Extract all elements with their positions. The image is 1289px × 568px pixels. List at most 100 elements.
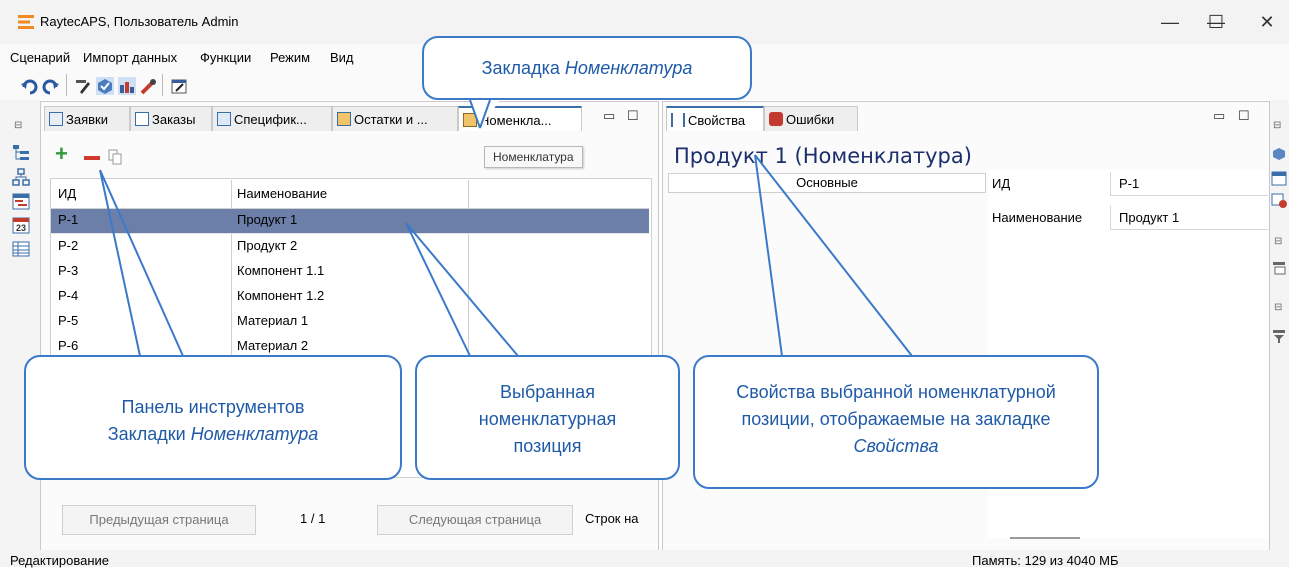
hierarchy-icon[interactable]: [12, 168, 30, 186]
table-view-icon[interactable]: [12, 240, 30, 258]
prev-page-button[interactable]: Предыдущая страница: [62, 505, 256, 535]
prop-label-name: Наименование: [992, 210, 1083, 225]
cell-name: Материал 1: [237, 313, 309, 328]
status-memory: Память: 129 из 4040 МБ: [972, 553, 1119, 568]
panel-minimize-icon[interactable]: ▭: [1213, 108, 1225, 124]
panel-maximize-icon[interactable]: ☐: [1238, 108, 1250, 124]
table-row[interactable]: P-5 Материал 1: [51, 310, 649, 334]
table-row[interactable]: P-2 Продукт 2: [51, 235, 649, 259]
gantt-calendar-icon[interactable]: [12, 192, 30, 210]
error-calendar-icon[interactable]: [1271, 192, 1287, 208]
edit-pencil-icon[interactable]: [74, 77, 92, 95]
callout-text-italic: Свойства: [853, 436, 939, 456]
close-button[interactable]: ✕: [1247, 8, 1287, 36]
menu-import[interactable]: Импорт данных: [83, 50, 177, 65]
tab-errors[interactable]: Ошибки: [764, 106, 858, 131]
dock-pin-icon[interactable]: ⊟: [1274, 236, 1282, 247]
cell-name: Материал 2: [237, 338, 309, 353]
tab-requests[interactable]: Заявки: [44, 106, 130, 131]
callout-tab: Закладка Номенклатура: [422, 36, 752, 100]
spec-table-icon: [217, 112, 231, 126]
resize-handle[interactable]: [1010, 537, 1080, 539]
dock-pin-icon[interactable]: ⊟: [14, 120, 22, 131]
menu-functions[interactable]: Функции: [200, 50, 251, 65]
tab-label: Номенкла...: [480, 113, 552, 128]
cell-id: P-6: [58, 338, 79, 353]
minimize-button[interactable]: —: [1150, 8, 1190, 36]
callout-line: Закладки: [107, 424, 191, 444]
add-icon[interactable]: +: [55, 143, 68, 165]
check-cube-icon[interactable]: [96, 77, 114, 95]
maximize-button[interactable]: ☐: [1196, 8, 1236, 36]
tools-icon[interactable]: [140, 77, 158, 95]
calendar-edit-icon[interactable]: [170, 77, 188, 95]
table-row[interactable]: P-1 Продукт 1: [51, 209, 649, 233]
undo-icon[interactable]: [20, 77, 38, 95]
copy-icon[interactable]: [108, 149, 122, 165]
cell-name: Продукт 2: [237, 238, 298, 253]
list-icon[interactable]: [1271, 260, 1287, 276]
column-header-id[interactable]: ИД: [58, 180, 76, 208]
nomenclature-icon: [463, 113, 477, 127]
cell-id: P-5: [58, 313, 79, 328]
property-group-header[interactable]: Основные: [668, 173, 986, 193]
callout-line: номенклатурная: [478, 409, 617, 429]
prop-value-name[interactable]: Продукт 1: [1110, 206, 1268, 230]
tree-view-icon[interactable]: [12, 144, 30, 162]
panel-maximize-icon[interactable]: ☐: [627, 108, 639, 124]
dock-pin-icon[interactable]: ⊟: [1274, 302, 1282, 313]
toolbar-separator: [66, 74, 67, 96]
rows-per-page-label: Строк на: [585, 511, 639, 526]
callout-properties: Свойства выбранной номенклатурной позици…: [693, 355, 1099, 489]
group-label: Основные: [796, 175, 858, 190]
stocks-icon: [337, 112, 351, 126]
callout-selected-item: Выбранная номенклатурная позиция: [415, 355, 680, 480]
cell-id: P-4: [58, 288, 79, 303]
menu-mode[interactable]: Режим: [270, 50, 310, 65]
tab-properties[interactable]: Свойства: [666, 106, 764, 131]
tab-label: Заявки: [66, 112, 108, 127]
next-page-button[interactable]: Следующая страница: [377, 505, 573, 535]
window-title: RaytecAPS, Пользователь Admin: [40, 14, 239, 29]
redo-icon[interactable]: [42, 77, 60, 95]
table-row[interactable]: P-3 Компонент 1.1: [51, 260, 649, 284]
tab-label: Специфик...: [234, 112, 307, 127]
cube-icon[interactable]: [1271, 146, 1287, 162]
cell-name: Компонент 1.1: [237, 263, 325, 278]
tab-nomenclature[interactable]: Номенкла...: [458, 106, 582, 131]
cell-id: P-3: [58, 263, 79, 278]
callout-text-italic: Номенклатура: [190, 424, 319, 444]
panel-minimize-icon[interactable]: ▭: [603, 108, 615, 124]
chart-tool-icon[interactable]: [118, 77, 136, 95]
cell-name: Компонент 1.2: [237, 288, 325, 303]
cell-name: Продукт 1: [237, 212, 298, 227]
calendar-23-icon[interactable]: 23: [12, 216, 30, 234]
callout-toolbar: Панель инструментов Закладки Номенклатур…: [24, 355, 402, 480]
menu-view[interactable]: Вид: [330, 50, 354, 65]
properties-icon: [671, 113, 685, 127]
callout-line: Выбранная: [500, 382, 595, 402]
toolbar-separator: [162, 74, 163, 96]
column-header-name[interactable]: Наименование: [237, 180, 327, 208]
remove-icon[interactable]: [84, 156, 100, 160]
table-row[interactable]: P-4 Компонент 1.2: [51, 285, 649, 309]
callout-line: Панель инструментов: [121, 397, 305, 417]
tab-tooltip: Номенклатура: [484, 146, 583, 168]
tab-label: Заказы: [152, 112, 196, 127]
calendar-icon[interactable]: [1271, 170, 1287, 186]
prop-label-id: ИД: [992, 176, 1011, 191]
menu-scenario[interactable]: Сценарий: [10, 50, 70, 65]
tab-label: Ошибки: [786, 112, 835, 127]
filter-icon[interactable]: [1271, 328, 1287, 344]
tab-specifications[interactable]: Специфик...: [212, 106, 332, 131]
tab-orders[interactable]: Заказы: [130, 106, 212, 131]
prop-value-id[interactable]: P-1: [1110, 172, 1268, 196]
dock-pin-icon[interactable]: ⊟: [1273, 120, 1281, 131]
callout-line: позиция: [513, 436, 582, 456]
tab-stocks[interactable]: Остатки и ...: [332, 106, 458, 131]
cell-id: P-1: [58, 212, 79, 227]
right-dock-strip: [1270, 100, 1289, 550]
callout-line: позиции, отображаемые на закладке: [741, 409, 1051, 429]
svg-text:23: 23: [16, 223, 26, 233]
raytec-logo-icon: [18, 15, 34, 29]
